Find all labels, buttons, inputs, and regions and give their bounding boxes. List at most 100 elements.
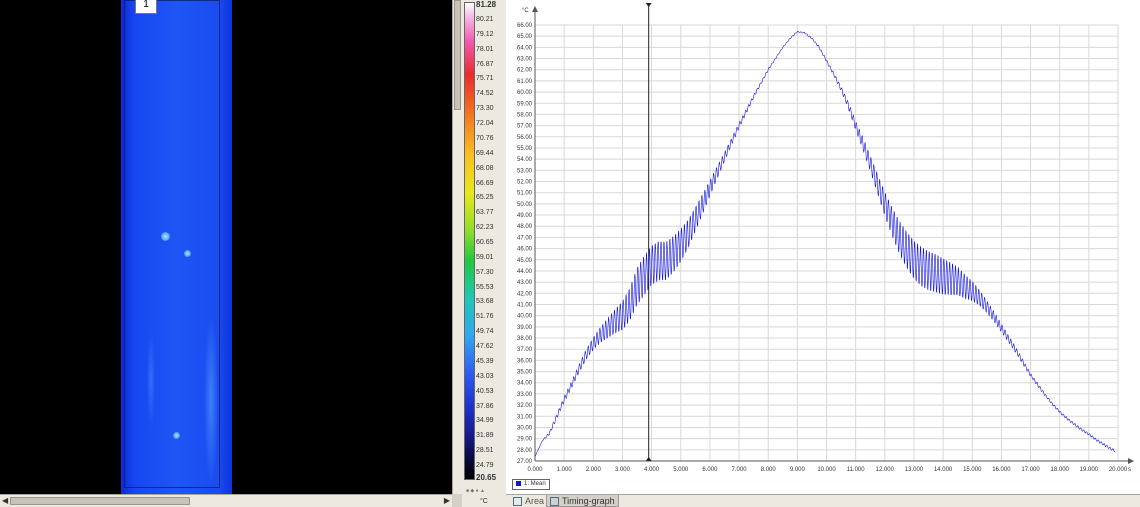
- scale-tick-label: 75.71: [476, 75, 494, 83]
- scale-tick-label: 24.79: [476, 462, 494, 469]
- roi-label[interactable]: 1: [135, 0, 157, 14]
- x-tick-label: 1.000: [557, 467, 573, 473]
- y-tick-label: 58.00: [517, 112, 533, 118]
- x-tick-label: 9.000: [790, 467, 806, 473]
- y-tick-label: 49.00: [517, 213, 533, 219]
- y-tick-label: 30.00: [517, 425, 533, 431]
- y-tick-label: 29.00: [517, 437, 533, 443]
- x-tick-label: 7.000: [732, 467, 748, 473]
- tab-timing-graph-label: Timing-graph: [562, 496, 615, 506]
- y-tick-label: 32.00: [517, 403, 533, 409]
- y-tick-label: 63.00: [517, 57, 533, 63]
- y-tick-label: 61.00: [517, 79, 533, 85]
- y-tick-label: 53.00: [517, 168, 533, 174]
- scale-tick-label: 70.76: [476, 134, 494, 142]
- scale-tick-label: 51.76: [476, 313, 494, 321]
- y-tick-label: 44.00: [517, 269, 533, 275]
- scale-tick-label: 43.03: [476, 372, 494, 380]
- scale-tick-label: 40.53: [476, 387, 494, 395]
- y-tick-label: 31.00: [517, 414, 533, 420]
- x-tick-label: 16.000: [992, 467, 1011, 473]
- x-tick-label: 5.000: [673, 467, 689, 473]
- y-tick-label: 36.00: [517, 358, 533, 364]
- legend[interactable]: 1: Mean: [512, 479, 550, 490]
- scale-tick-label: 49.74: [476, 328, 494, 336]
- y-tick-label: 46.00: [517, 247, 533, 253]
- scale-tick-label: 69.44: [476, 149, 494, 157]
- y-tick-label: 34.00: [517, 381, 533, 387]
- x-tick-label: 0.000: [527, 467, 543, 473]
- y-tick-label: 56.00: [517, 135, 533, 141]
- scale-tick-label: 62.23: [476, 224, 494, 232]
- x-tick-label: 13.000: [905, 467, 924, 473]
- graph-tab-bar: Area Timing-graph: [506, 494, 1140, 507]
- x-tick-label: 15.000: [963, 467, 982, 473]
- y-tick-label: 40.00: [517, 314, 533, 320]
- scroll-left-icon[interactable]: ◀: [2, 496, 8, 505]
- scale-tick-label: 55.53: [476, 283, 494, 291]
- scale-tick-label: 53.68: [476, 298, 494, 306]
- y-tick-label: 55.00: [517, 146, 533, 152]
- time-cursor-marker: [645, 3, 652, 7]
- scale-tick-label: 65.25: [476, 194, 494, 202]
- area-icon: [513, 497, 522, 507]
- y-tick-label: 37.00: [517, 347, 533, 353]
- color-scale: 81.28 80.21 79.12 78.01 76.87 75.71 74.52 73.3…: [462, 0, 506, 507]
- scale-tick-label: 28.51: [476, 447, 494, 455]
- palette-bar[interactable]: [464, 2, 475, 480]
- scale-tick-label: 79.12: [476, 30, 494, 38]
- y-tick-label: 42.00: [517, 291, 533, 297]
- scale-tool-icons[interactable]: ■ ◆ ● ▲: [466, 488, 485, 494]
- scale-tick-label: 78.01: [476, 45, 494, 53]
- y-tick-label: 33.00: [517, 392, 533, 398]
- y-tick-label: 50.00: [517, 202, 533, 208]
- x-tick-label: 3.000: [615, 467, 631, 473]
- x-tick-label: 20.000: [1109, 467, 1128, 473]
- y-tick-label: 64.00: [517, 45, 533, 51]
- x-tick-label: 2.000: [586, 467, 602, 473]
- y-tick-label: 48.00: [517, 224, 533, 230]
- y-tick-label: 51.00: [517, 191, 533, 197]
- roi-rectangle[interactable]: [124, 0, 220, 488]
- scale-tick-label: 66.69: [476, 179, 494, 187]
- y-tick-label: 38.00: [517, 336, 533, 342]
- y-tick-label: 62.00: [517, 68, 533, 74]
- scale-min-label: 20.65: [476, 473, 497, 482]
- y-tick-label: 39.00: [517, 325, 533, 331]
- scale-tick-label: 45.39: [476, 357, 494, 365]
- scale-tick-label: 68.08: [476, 164, 494, 172]
- tab-area[interactable]: Area: [510, 495, 547, 507]
- scroll-right-icon[interactable]: ▶: [444, 496, 450, 505]
- y-tick-label: 27.00: [517, 459, 533, 465]
- y-tick-label: 52.00: [517, 180, 533, 186]
- y-tick-label: 43.00: [517, 280, 533, 286]
- y-tick-label: 54.00: [517, 157, 533, 163]
- y-tick-label: 66.00: [517, 23, 533, 29]
- scale-tick-label: 57.30: [476, 268, 494, 276]
- x-tick-label: 17.000: [1021, 467, 1040, 473]
- scale-tick-label: 59.01: [476, 253, 494, 261]
- image-horizontal-scrollbar[interactable]: ◀ ▶: [0, 494, 452, 507]
- y-axis-unit: °C: [522, 8, 529, 14]
- scrollbar-thumb[interactable]: [454, 0, 461, 110]
- timing-graph-panel[interactable]: 27.00 28.00 29.00 30.00 31.00 32.00 33.00 34.00…: [506, 0, 1140, 494]
- y-tick-label: 41.00: [517, 302, 533, 308]
- x-tick-label: 4.000: [644, 467, 660, 473]
- time-cursor-marker: [645, 457, 652, 461]
- scrollbar-thumb[interactable]: [10, 497, 190, 505]
- scale-tick-label: 74.52: [476, 90, 494, 98]
- scale-tick-label: 31.89: [476, 432, 494, 440]
- legend-swatch: [516, 480, 521, 486]
- y-tick-label: 60.00: [517, 90, 533, 96]
- timing-graph-icon: [550, 497, 559, 507]
- image-vertical-scrollbar[interactable]: [452, 0, 462, 494]
- scale-tick-label: 72.04: [476, 120, 494, 128]
- y-tick-label: 45.00: [517, 258, 533, 264]
- x-tick-label: 11.000: [847, 467, 866, 473]
- tab-timing-graph[interactable]: Timing-graph: [546, 495, 619, 507]
- tab-area-label: Area: [525, 496, 545, 506]
- scale-tick-label: 73.30: [476, 105, 494, 113]
- legend-label: 1: Mean: [524, 481, 546, 487]
- timing-graph-chart[interactable]: 27.00 28.00 29.00 30.00 31.00 32.00 33.00 34.00…: [506, 0, 1140, 494]
- thermal-image-view[interactable]: 1: [0, 0, 452, 494]
